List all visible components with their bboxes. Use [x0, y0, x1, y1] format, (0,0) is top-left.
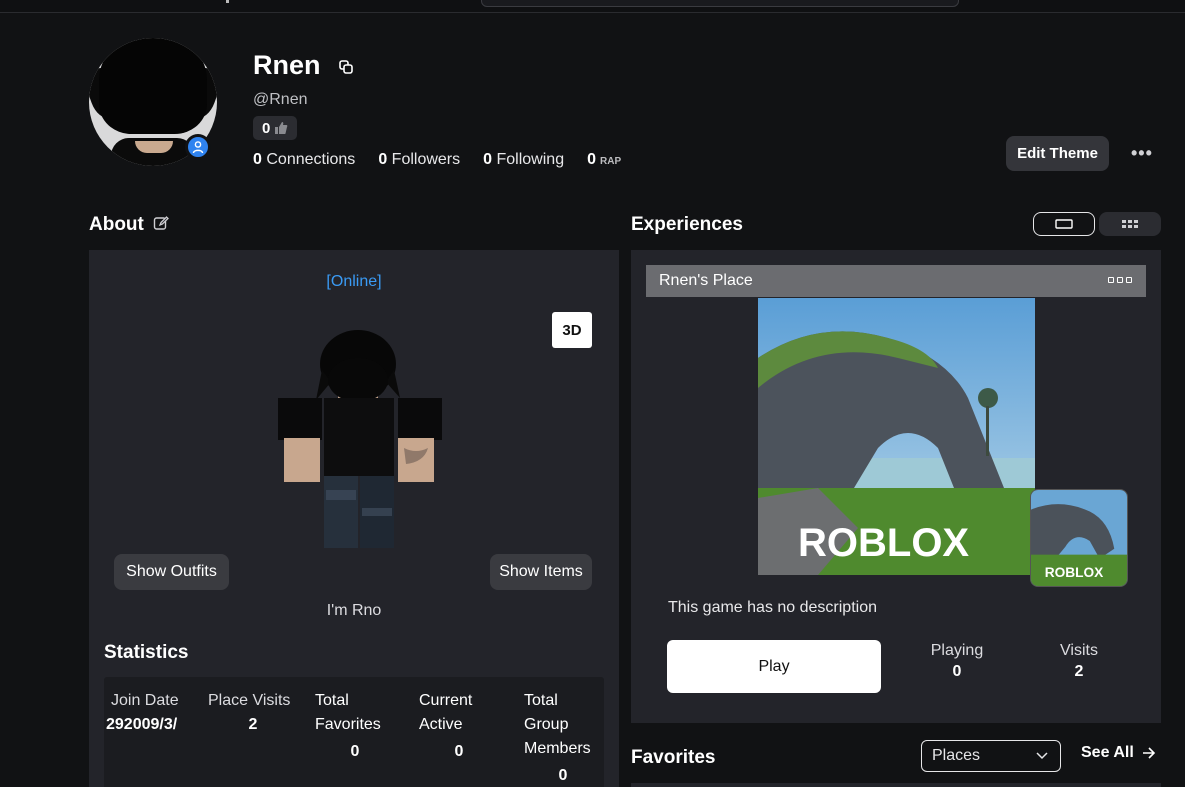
thumbs-up-icon: [275, 122, 288, 134]
top-bar: [0, 0, 1185, 13]
likes-count: 0: [262, 119, 271, 137]
about-panel: [Online] 3D Show Outfits Show Items I'm …: [89, 250, 619, 787]
copy-icon[interactable]: [338, 59, 354, 75]
experiences-title: Experiences: [631, 214, 743, 235]
edit-icon[interactable]: [153, 215, 170, 231]
game-thumbnail[interactable]: ROBLOX: [758, 298, 1035, 575]
grid-view-toggle[interactable]: [1099, 212, 1161, 236]
game-title-bar[interactable]: Rnen's Place: [646, 265, 1146, 297]
nav-fragment: [226, 0, 229, 3]
statistics-table: Join Date 292009/3/ Place Visits 2 Total…: [104, 677, 604, 787]
game-name: Rnen's Place: [659, 272, 753, 289]
username-handle: @Rnen: [253, 91, 308, 108]
favorites-title: Favorites: [631, 747, 716, 768]
statistics-title: Statistics: [104, 642, 189, 663]
show-outfits-button[interactable]: Show Outfits: [114, 554, 229, 590]
about-blurb: I'm Rno: [326, 602, 382, 619]
list-view-toggle[interactable]: [1033, 212, 1095, 236]
edit-theme-button[interactable]: Edit Theme: [1006, 136, 1109, 171]
stat-total-favorites: Total Favorites 0: [315, 692, 381, 760]
stat-current-active: Current Active 0: [419, 692, 473, 760]
stat-place-visits: Place Visits 2: [208, 692, 291, 733]
favorites-filter-select[interactable]: Places: [921, 740, 1061, 772]
list-view-icon: [1055, 219, 1073, 229]
presence-badge: [185, 134, 211, 160]
game-description: This game has no description: [668, 599, 877, 616]
stat-join-date: Join Date 292009/3/: [106, 692, 179, 733]
grid-view-icon: [1122, 220, 1138, 228]
display-name: Rnen: [253, 50, 321, 80]
playing-stat: Playing 0: [930, 642, 984, 680]
favorites-panel: [631, 783, 1161, 787]
favorites-filter-value: Places: [932, 747, 981, 764]
avatar[interactable]: [89, 38, 217, 166]
view-3d-button[interactable]: 3D: [552, 312, 592, 348]
stat-group-members: Total Group Members 0: [524, 692, 591, 784]
play-button[interactable]: Play: [667, 640, 881, 693]
chevron-down-icon: [1036, 752, 1048, 760]
followers-link[interactable]: 0 Followers: [378, 151, 460, 169]
experiences-panel: Rnen's Place ROBLOX ROBLOX This game has…: [631, 250, 1161, 723]
game-icon[interactable]: ROBLOX: [1030, 489, 1128, 587]
game-icon-brand: ROBLOX: [1045, 565, 1104, 580]
avatar-3d-figure[interactable]: [276, 330, 446, 550]
social-stats: 0 Connections 0 Followers 0 Following 0R…: [253, 151, 644, 169]
show-items-button[interactable]: Show Items: [490, 554, 592, 590]
visits-stat: Visits 2: [1060, 642, 1098, 680]
online-status: [Online]: [326, 273, 382, 290]
view-toggle: [1033, 212, 1161, 236]
game-options-button[interactable]: [1108, 277, 1132, 283]
game-thumbnail-brand: ROBLOX: [798, 521, 969, 565]
more-options-button[interactable]: •••: [1131, 143, 1153, 164]
about-title: About: [89, 214, 170, 236]
following-link[interactable]: 0 Following: [483, 151, 564, 169]
arrow-right-icon: [1142, 747, 1155, 759]
see-all-link[interactable]: See All: [1081, 744, 1156, 762]
person-icon: [192, 141, 204, 154]
rap-stat: 0 RAP: [587, 151, 622, 168]
search-input[interactable]: [481, 0, 959, 7]
likes-badge[interactable]: 0: [253, 116, 297, 140]
connections-link[interactable]: 0 Connections: [253, 151, 355, 169]
